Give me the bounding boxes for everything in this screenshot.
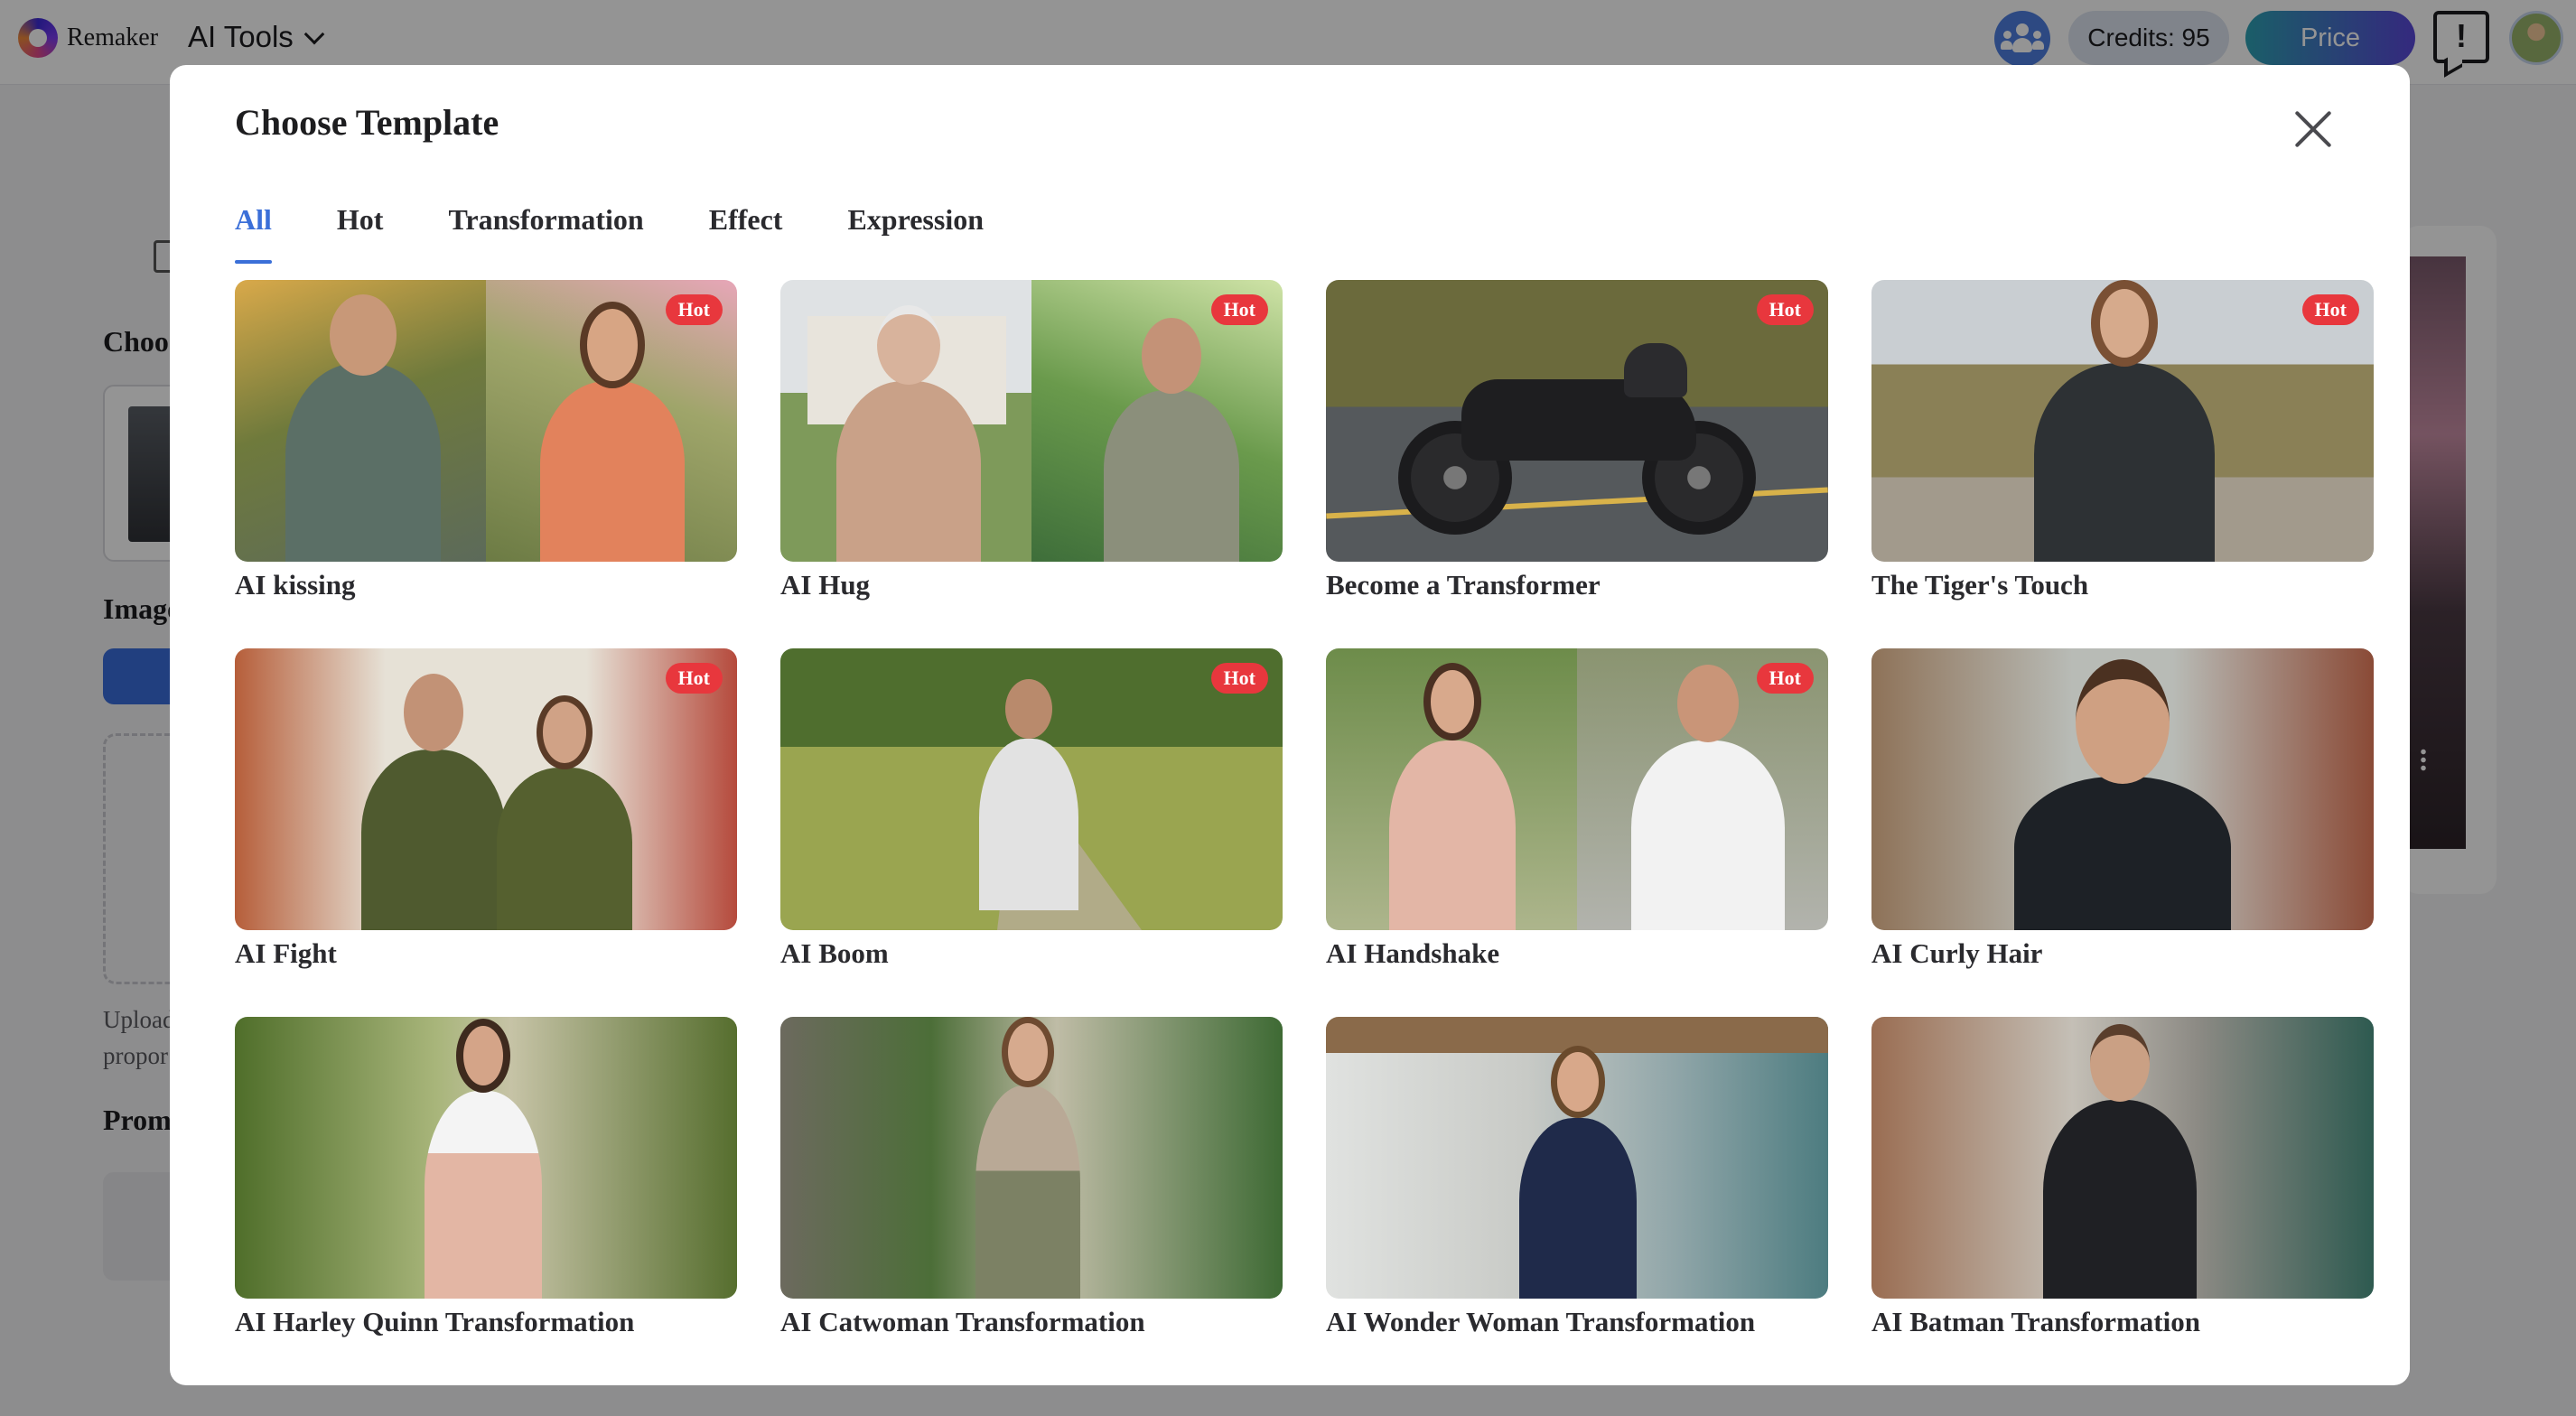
template-label: AI kissing xyxy=(235,569,356,601)
tab-transformation[interactable]: Transformation xyxy=(448,200,643,264)
template-label: AI Hug xyxy=(780,569,871,601)
hot-badge: Hot xyxy=(1756,663,1814,694)
template-card-ai-batman-transformation[interactable]: AI Batman Transformation xyxy=(1871,1017,2374,1385)
template-card-become-a-transformer[interactable]: Hot Become a Transformer xyxy=(1326,280,1828,648)
hot-badge: Hot xyxy=(1756,294,1814,325)
template-card-ai-harley-quinn-transformation[interactable]: AI Harley Quinn Transformation xyxy=(235,1017,737,1385)
template-card-ai-catwoman-transformation[interactable]: AI Catwoman Transformation xyxy=(780,1017,1283,1385)
template-image: Hot xyxy=(235,280,737,562)
template-image: Hot xyxy=(1326,280,1828,562)
template-image: Hot xyxy=(780,280,1283,562)
template-card-ai-fight[interactable]: Hot AI Fight xyxy=(235,648,737,1017)
template-image: Hot xyxy=(780,648,1283,930)
template-label: AI Wonder Woman Transformation xyxy=(1326,1306,1756,1337)
template-label: AI Handshake xyxy=(1326,937,1500,969)
template-label: AI Harley Quinn Transformation xyxy=(235,1306,635,1337)
modal-title: Choose Template xyxy=(235,102,499,143)
template-label: AI Curly Hair xyxy=(1871,937,2043,969)
template-card-ai-wonder-woman-transformation[interactable]: AI Wonder Woman Transformation xyxy=(1326,1017,1828,1385)
close-icon[interactable] xyxy=(2285,101,2341,157)
template-image: Hot xyxy=(1871,280,2374,562)
template-card-ai-curly-hair[interactable]: AI Curly Hair xyxy=(1871,648,2374,1017)
template-image xyxy=(1871,1017,2374,1299)
template-label: AI Fight xyxy=(235,937,337,969)
hot-badge: Hot xyxy=(665,663,723,694)
tab-effect[interactable]: Effect xyxy=(709,200,783,264)
tab-hot[interactable]: Hot xyxy=(337,200,384,264)
template-image xyxy=(235,1017,737,1299)
template-grid: Hot AI kissing Hot AI Hug Hot Become a T… xyxy=(235,280,2374,1385)
template-card-ai-handshake[interactable]: Hot AI Handshake xyxy=(1326,648,1828,1017)
template-image xyxy=(780,1017,1283,1299)
template-image xyxy=(1871,648,2374,930)
hot-badge: Hot xyxy=(1210,294,1268,325)
template-label: AI Catwoman Transformation xyxy=(780,1306,1145,1337)
template-card-ai-kissing[interactable]: Hot AI kissing xyxy=(235,280,737,648)
hot-badge: Hot xyxy=(665,294,723,325)
tab-expression[interactable]: Expression xyxy=(847,200,984,264)
template-image: Hot xyxy=(235,648,737,930)
template-image xyxy=(1326,1017,1828,1299)
template-label: The Tiger's Touch xyxy=(1871,569,2089,601)
choose-template-modal: Choose Template All Hot Transformation E… xyxy=(170,65,2410,1385)
template-label: AI Batman Transformation xyxy=(1871,1306,2200,1337)
template-tabs: All Hot Transformation Effect Expression xyxy=(235,200,984,264)
template-image: Hot xyxy=(1326,648,1828,930)
template-card-the-tigers-touch[interactable]: Hot The Tiger's Touch xyxy=(1871,280,2374,648)
template-label: AI Boom xyxy=(780,937,889,969)
template-card-ai-hug[interactable]: Hot AI Hug xyxy=(780,280,1283,648)
hot-badge: Hot xyxy=(1210,663,1268,694)
tab-all[interactable]: All xyxy=(235,200,272,264)
hot-badge: Hot xyxy=(2301,294,2359,325)
template-card-ai-boom[interactable]: Hot AI Boom xyxy=(780,648,1283,1017)
template-label: Become a Transformer xyxy=(1326,569,1601,601)
